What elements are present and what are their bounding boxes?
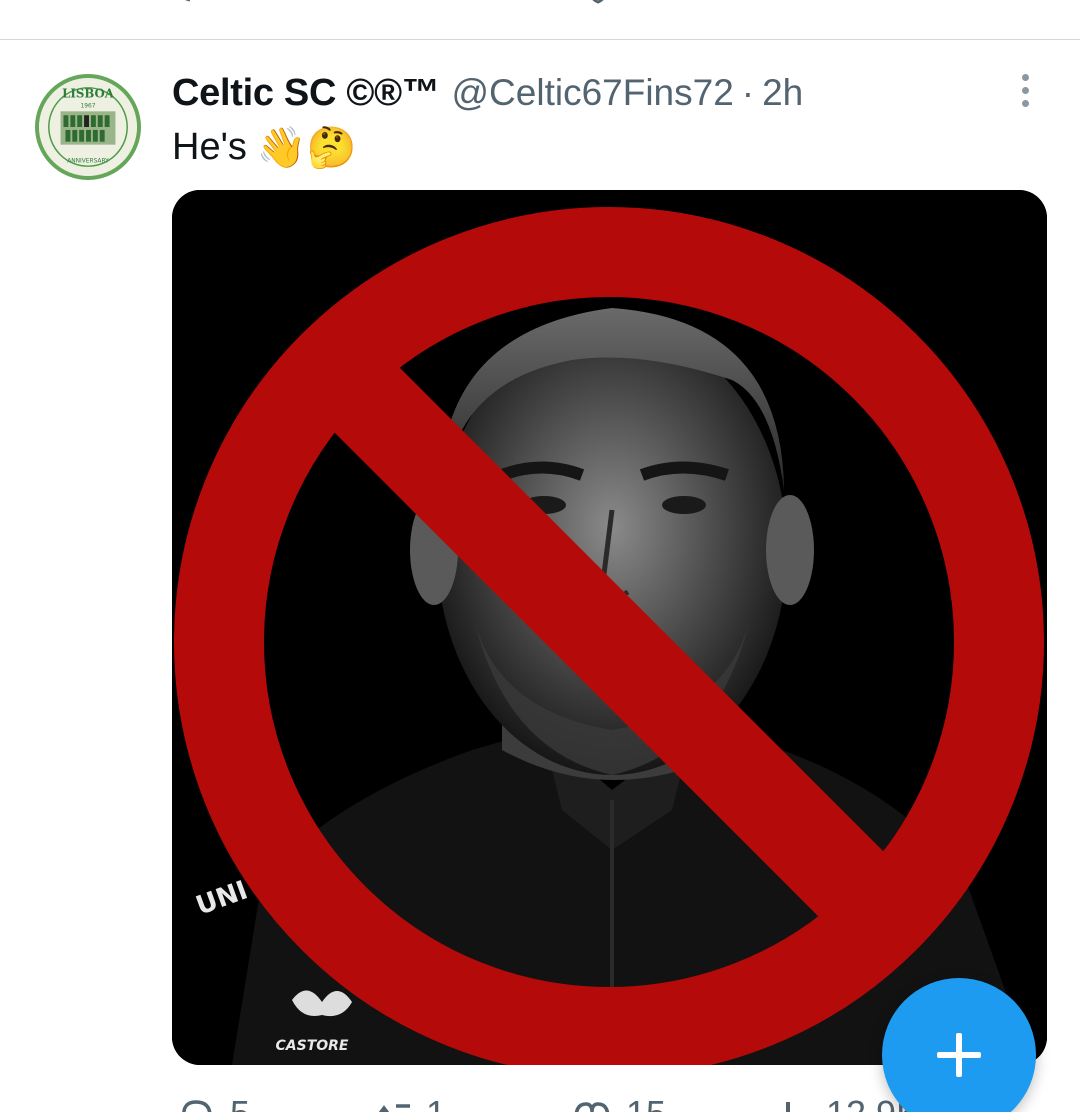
display-name[interactable]: Celtic SC ©®™ <box>172 72 440 115</box>
avatar[interactable]: LISBOA 1967 ANNIVERSARY <box>35 74 141 180</box>
plus-icon <box>937 1033 981 1077</box>
tweet-text: He's 👋🤔 <box>172 124 356 171</box>
tweet-image[interactable]: CASTORE UNI <box>172 190 1047 1065</box>
tweet-header: Celtic SC ©®™ @Celtic67Fins72 · 2h <box>172 70 803 116</box>
heart-icon <box>574 1102 610 1112</box>
reply-icon <box>182 1100 212 1112</box>
separator-dot: · <box>741 72 755 113</box>
share-icon[interactable] <box>985 0 1021 6</box>
previous-tweet-action-bar <box>0 0 1080 40</box>
views-chart-icon <box>786 1102 790 1112</box>
views-icon[interactable] <box>775 0 811 6</box>
celtic-crest-logo: LISBOA 1967 ANNIVERSARY <box>39 78 137 176</box>
retweet-icon <box>378 1104 410 1112</box>
reply-button[interactable]: 5 <box>176 1096 250 1112</box>
retweet-icon[interactable] <box>380 0 416 6</box>
like-count: 15 <box>626 1096 666 1112</box>
tweet-timestamp[interactable]: 2h <box>762 72 803 114</box>
tweet-divider <box>0 39 1080 40</box>
reply-icon[interactable] <box>172 0 208 6</box>
retweet-button[interactable]: 1 <box>372 1096 446 1112</box>
user-handle[interactable]: @Celtic67Fins72 <box>451 72 733 114</box>
avatar-year: 1967 <box>81 103 96 109</box>
prohibited-portrait-image: CASTORE UNI <box>172 190 1047 1065</box>
reply-count: 5 <box>230 1096 250 1112</box>
retweet-count: 1 <box>426 1096 446 1112</box>
tweet-body: He's <box>172 126 247 168</box>
tweet-action-bar: 5 1 15 12.9K <box>172 1096 932 1112</box>
more-options-icon[interactable] <box>1008 70 1042 110</box>
avatar-bottom-text: ANNIVERSARY <box>67 158 109 164</box>
like-icon[interactable] <box>580 0 616 6</box>
shirt-brand-text: CASTORE <box>276 1038 349 1054</box>
like-button[interactable]: 15 <box>572 1096 666 1112</box>
avatar-top-text: LISBOA <box>62 87 115 101</box>
tweet-emoji: 👋🤔 <box>256 125 357 171</box>
